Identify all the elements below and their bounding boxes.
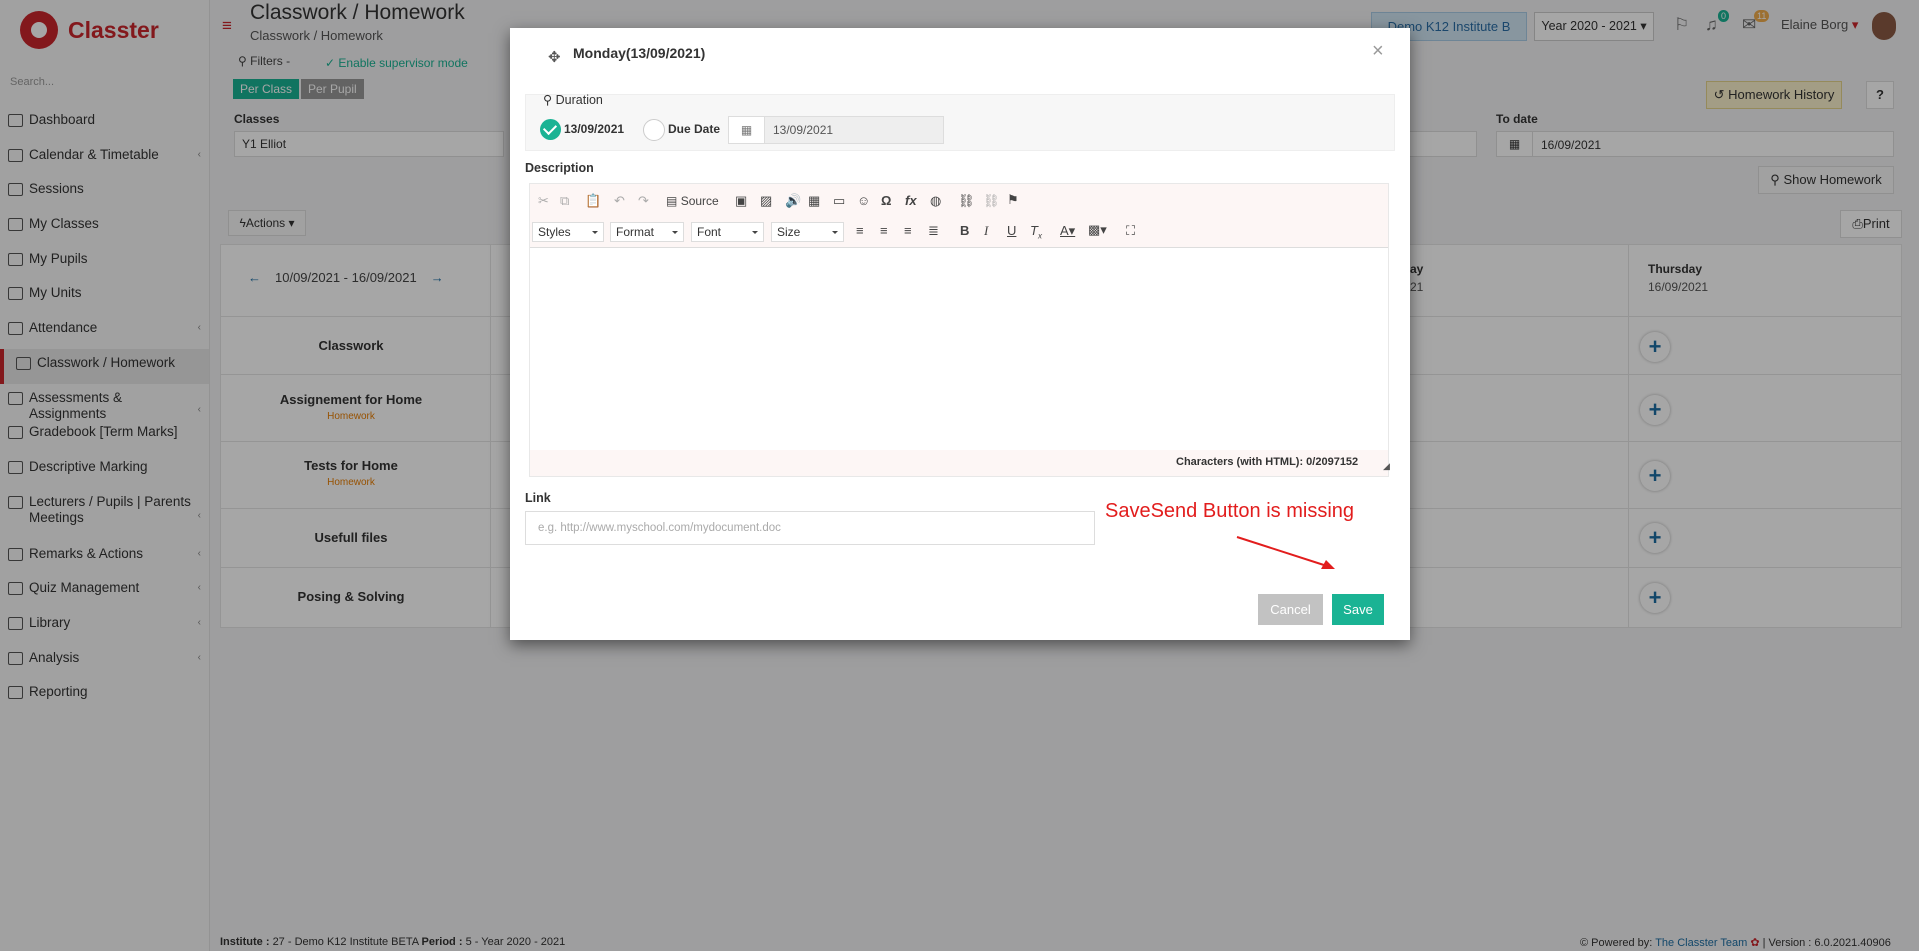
resize-handle-icon[interactable]: ◢ xyxy=(1383,461,1390,472)
link-label: Link xyxy=(525,491,551,505)
bold-icon[interactable]: B xyxy=(960,223,969,238)
background-color-icon[interactable]: ▩▾ xyxy=(1088,222,1107,238)
clear-format-icon[interactable]: Tx xyxy=(1030,223,1042,241)
format-select[interactable]: Format xyxy=(610,222,684,242)
due-date-radio-label: Due Date xyxy=(668,122,721,136)
undo-icon[interactable]: ↶ xyxy=(614,193,625,209)
cut-icon[interactable]: ✂ xyxy=(538,193,549,209)
annotation-arrow xyxy=(1236,536,1335,569)
text-color-icon[interactable]: A▾ xyxy=(1060,223,1075,239)
audio-icon[interactable]: 🔊 xyxy=(785,193,801,209)
styles-select[interactable]: Styles xyxy=(532,222,604,242)
due-date-field[interactable] xyxy=(773,123,933,137)
cancel-button[interactable]: Cancel xyxy=(1258,594,1323,625)
unlink-icon[interactable]: ⛓ xyxy=(983,193,1000,209)
source-icon: ▤ xyxy=(666,194,678,208)
italic-icon[interactable]: I xyxy=(984,223,988,239)
align-right-icon[interactable]: ≡ xyxy=(904,223,912,238)
copy-icon[interactable]: ⧉ xyxy=(560,193,569,209)
calendar-icon: ▦ xyxy=(729,117,765,143)
formula-icon[interactable]: fx xyxy=(905,193,917,208)
special-char-icon[interactable]: Ω xyxy=(881,193,891,208)
align-left-icon[interactable]: ≡ xyxy=(856,223,864,238)
size-select[interactable]: Size xyxy=(771,222,844,242)
date-radio-label: 13/09/2021 xyxy=(564,122,625,136)
annotation-text: SaveSend Button is missing xyxy=(1105,500,1355,522)
duration-label: ⚲ Duration xyxy=(543,93,603,107)
image2-icon[interactable]: ▨ xyxy=(760,193,772,209)
move-icon[interactable]: ✥ xyxy=(548,48,561,66)
anchor-flag-icon[interactable]: ⚑ xyxy=(1007,192,1019,208)
search-icon: ⚲ xyxy=(543,93,553,107)
date-radio-checked[interactable] xyxy=(540,119,561,140)
char-count: Characters (with HTML): 0/2097152 xyxy=(1176,456,1359,468)
redo-icon[interactable]: ↷ xyxy=(638,193,649,209)
save-button[interactable]: Save xyxy=(1332,594,1384,625)
align-center-icon[interactable]: ≡ xyxy=(880,223,888,238)
source-button[interactable]: ▤ Source xyxy=(666,194,719,208)
align-justify-icon[interactable]: ≣ xyxy=(928,223,939,239)
due-date-input[interactable]: ▦ xyxy=(728,116,944,144)
table-icon[interactable]: ▦ xyxy=(808,193,820,209)
image-icon[interactable]: ▣ xyxy=(735,193,747,209)
font-select[interactable]: Font xyxy=(691,222,764,242)
globe-icon[interactable]: ◍ xyxy=(930,193,941,209)
description-label: Description xyxy=(525,161,594,175)
maximize-icon[interactable]: ⛶ xyxy=(1126,223,1135,239)
due-date-radio[interactable] xyxy=(643,119,665,141)
underline-icon[interactable]: U xyxy=(1007,223,1016,238)
paste-icon[interactable]: 📋 xyxy=(585,193,601,209)
modal-title: Monday(13/09/2021) xyxy=(573,45,706,61)
link-icon[interactable]: ⛓ xyxy=(958,193,975,209)
editor-content-area[interactable] xyxy=(530,249,1388,450)
close-icon[interactable]: × xyxy=(1372,40,1384,63)
smiley-icon[interactable]: ☺ xyxy=(857,193,870,208)
link-input[interactable] xyxy=(525,511,1095,545)
horizontal-line-icon[interactable]: ▭ xyxy=(833,193,845,209)
